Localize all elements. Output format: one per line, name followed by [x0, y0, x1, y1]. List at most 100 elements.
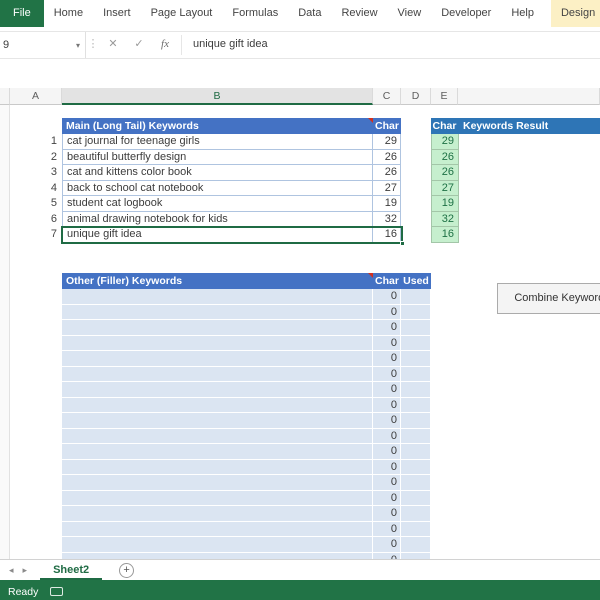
filler-cell-used[interactable] — [401, 459, 431, 475]
filler-cell-used[interactable] — [401, 366, 431, 382]
filler-cell-char[interactable]: 0 — [373, 490, 401, 506]
cell-char-count[interactable]: 26 — [373, 165, 401, 181]
filler-cell-used[interactable] — [401, 521, 431, 537]
filler-cell-used[interactable] — [401, 428, 431, 444]
filler-cell-used[interactable] — [401, 397, 431, 413]
ribbon-tab-help[interactable]: Help — [501, 0, 544, 27]
cell-keyword[interactable]: back to school cat notebook — [62, 180, 373, 196]
filler-cell-char[interactable]: 0 — [373, 382, 401, 398]
ribbon-tab-developer[interactable]: Developer — [431, 0, 501, 27]
cell-row-number[interactable]: 5 — [10, 196, 62, 212]
filler-cell-used[interactable] — [401, 490, 431, 506]
filler-cell-char[interactable]: 0 — [373, 552, 401, 559]
result-cell[interactable]: 26 — [431, 165, 459, 181]
main-char-header[interactable]: Char — [373, 118, 401, 134]
cancel-icon[interactable]: ✕ — [100, 32, 126, 58]
filler-cell-keyword[interactable] — [62, 506, 373, 522]
column-header-d[interactable]: D — [401, 88, 431, 105]
column-header-e[interactable]: E — [431, 88, 458, 105]
filler-cell-char[interactable]: 0 — [373, 397, 401, 413]
filler-cell-keyword[interactable] — [62, 382, 373, 398]
cell-row-number[interactable]: 1 — [10, 134, 62, 150]
column-header-b[interactable]: B — [62, 88, 373, 105]
macro-record-icon[interactable] — [50, 587, 64, 596]
filler-cell-used[interactable] — [401, 552, 431, 559]
ribbon-tab-formulas[interactable]: Formulas — [222, 0, 288, 27]
result-cell[interactable]: 26 — [431, 149, 459, 165]
column-header-c[interactable]: C — [373, 88, 401, 105]
result-cell[interactable]: 32 — [431, 211, 459, 227]
filler-cell-used[interactable] — [401, 444, 431, 460]
filler-cell-used[interactable] — [401, 351, 431, 367]
filler-cell-keyword[interactable] — [62, 366, 373, 382]
cell-char-count[interactable]: 19 — [373, 196, 401, 212]
cell-keyword[interactable]: student cat logbook — [62, 196, 373, 212]
column-header-a[interactable]: A — [10, 88, 62, 105]
filler-cell-keyword[interactable] — [62, 537, 373, 553]
filler-cell-used[interactable] — [401, 413, 431, 429]
cell-keyword[interactable]: cat and kittens color book — [62, 165, 373, 181]
ribbon-tab-file[interactable]: File — [0, 0, 44, 27]
sheet-tab-sheet2[interactable]: Sheet2 — [40, 560, 103, 580]
cell-row-number[interactable]: 6 — [10, 212, 62, 228]
cell-char-count[interactable]: 27 — [373, 180, 401, 196]
filler-cell-char[interactable]: 0 — [373, 320, 401, 336]
cell-row-number[interactable]: 3 — [10, 165, 62, 181]
formula-input[interactable]: unique gift idea — [185, 32, 268, 58]
cell-keyword[interactable]: cat journal for teenage girls — [62, 134, 373, 150]
cell-char-count[interactable]: 29 — [373, 134, 401, 150]
filler-cell-char[interactable]: 0 — [373, 366, 401, 382]
ribbon-tab-insert[interactable]: Insert — [93, 0, 141, 27]
filler-char-header[interactable]: Char — [373, 273, 401, 289]
filler-cell-char[interactable]: 0 — [373, 413, 401, 429]
ribbon-tab-page-layout[interactable]: Page Layout — [141, 0, 223, 27]
filler-table-header[interactable]: Other (Filler) Keywords — [62, 273, 373, 289]
filler-cell-char[interactable]: 0 — [373, 444, 401, 460]
result-cell[interactable]: 29 — [431, 134, 459, 150]
cell-row-number[interactable]: 7 — [10, 227, 62, 243]
result-cell[interactable]: 27 — [431, 180, 459, 196]
filler-cell-keyword[interactable] — [62, 490, 373, 506]
filler-cell-used[interactable] — [401, 537, 431, 553]
insert-function-icon[interactable]: fx — [152, 32, 178, 58]
ribbon-tab-view[interactable]: View — [388, 0, 432, 27]
cell-row-number[interactable]: 2 — [10, 150, 62, 166]
name-box[interactable]: 9 ▾ — [0, 32, 86, 58]
filler-cell-keyword[interactable] — [62, 521, 373, 537]
combine-keywords-button[interactable]: Combine Keywords — [497, 283, 600, 314]
filler-cell-used[interactable] — [401, 335, 431, 351]
filler-cell-keyword[interactable] — [62, 320, 373, 336]
filler-cell-keyword[interactable] — [62, 289, 373, 305]
filler-cell-keyword[interactable] — [62, 428, 373, 444]
result-cell[interactable]: 16 — [431, 227, 459, 243]
sheet-nav-right-icon[interactable]: ▸ — [23, 565, 28, 576]
result-header[interactable]: Char Keywords Result — [431, 118, 600, 134]
filler-used-header[interactable]: Used — [401, 273, 431, 289]
filler-cell-keyword[interactable] — [62, 459, 373, 475]
ribbon-tab-design[interactable]: Design — [550, 0, 600, 27]
filler-cell-char[interactable]: 0 — [373, 351, 401, 367]
result-cell[interactable]: 19 — [431, 196, 459, 212]
filler-cell-char[interactable]: 0 — [373, 428, 401, 444]
ribbon-tab-home[interactable]: Home — [44, 0, 93, 27]
name-box-dropdown-icon[interactable]: ▾ — [76, 41, 80, 50]
filler-cell-keyword[interactable] — [62, 552, 373, 559]
ribbon-tab-review[interactable]: Review — [331, 0, 387, 27]
filler-cell-used[interactable] — [401, 506, 431, 522]
enter-icon[interactable]: ✓ — [126, 32, 152, 58]
cell-char-count[interactable]: 26 — [373, 149, 401, 165]
filler-cell-used[interactable] — [401, 382, 431, 398]
sheet-nav-left-icon[interactable]: ◂ — [9, 565, 14, 576]
filler-cell-keyword[interactable] — [62, 444, 373, 460]
filler-cell-char[interactable]: 0 — [373, 459, 401, 475]
filler-cell-keyword[interactable] — [62, 475, 373, 491]
filler-cell-used[interactable] — [401, 475, 431, 491]
filler-cell-used[interactable] — [401, 304, 431, 320]
filler-cell-keyword[interactable] — [62, 413, 373, 429]
ribbon-tab-data[interactable]: Data — [288, 0, 331, 27]
cell-char-count[interactable]: 16 — [373, 227, 401, 243]
cell-keyword[interactable]: animal drawing notebook for kids — [62, 211, 373, 227]
cell-keyword[interactable]: unique gift idea — [62, 227, 373, 243]
main-table-header[interactable]: Main (Long Tail) Keywords — [62, 118, 373, 134]
cell-char-count[interactable]: 32 — [373, 211, 401, 227]
